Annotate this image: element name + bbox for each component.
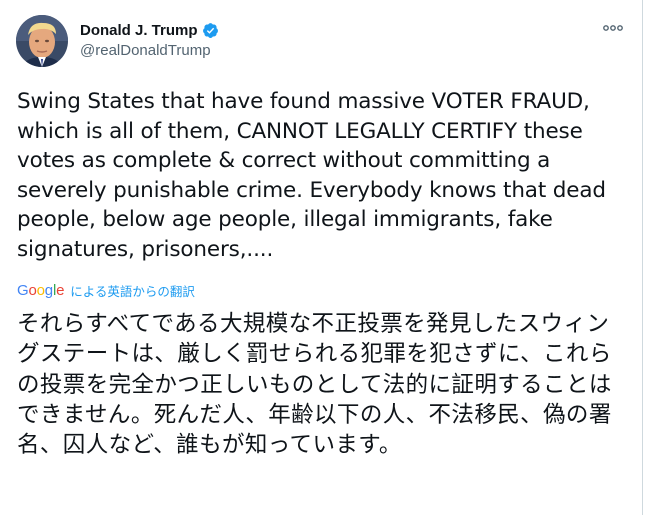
translation-source-label[interactable]: による英語からの翻訳 — [70, 281, 195, 300]
translation-attribution[interactable]: Google による英語からの翻訳 — [17, 279, 195, 301]
more-options-button[interactable] — [598, 18, 628, 38]
handle[interactable]: @realDonaldTrump — [80, 41, 219, 61]
google-logo: Google — [17, 281, 65, 299]
display-name-row: Donald J. Trump — [80, 21, 219, 40]
tweet-card: Donald J. Trump @realDonaldTrump Swing S… — [0, 0, 643, 515]
tweet-header: Donald J. Trump @realDonaldTrump — [16, 14, 219, 68]
tweet-text: Swing States that have found massive VOT… — [17, 89, 606, 262]
translated-tweet-text: それらすべてである大規模な不正投票を発見したスウィングステートは、厳しく罰せられ… — [17, 311, 612, 459]
author-info: Donald J. Trump @realDonaldTrump — [80, 21, 219, 61]
more-options-icon — [603, 25, 623, 31]
display-name[interactable]: Donald J. Trump — [80, 21, 198, 40]
verified-badge-icon — [202, 22, 219, 39]
avatar[interactable] — [16, 15, 68, 67]
